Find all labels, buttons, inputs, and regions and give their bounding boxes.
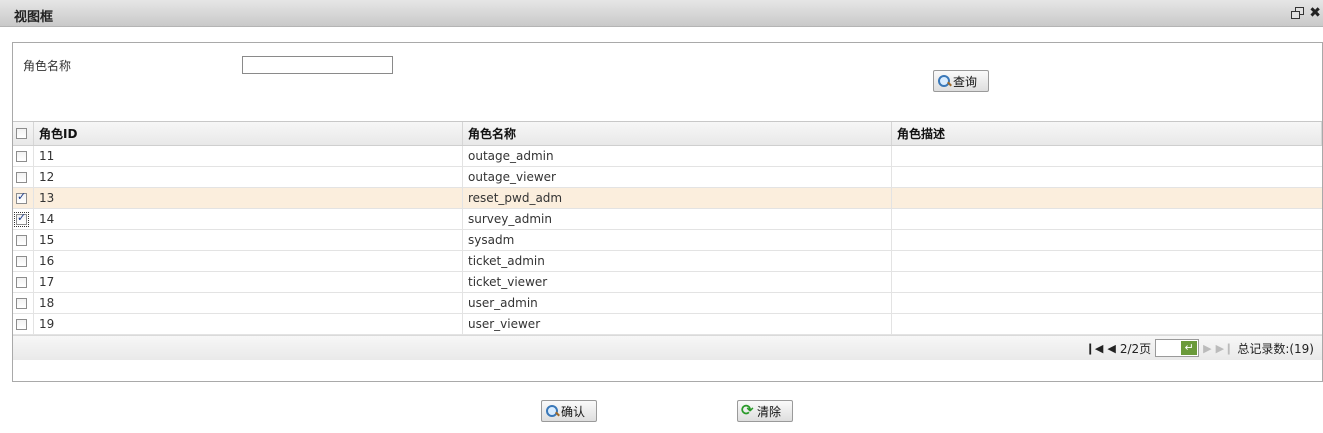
first-page-icon[interactable]: ❙◀	[1086, 342, 1104, 355]
search-button-label: 查询	[953, 74, 978, 89]
row-checkbox[interactable]	[14, 211, 29, 227]
table-header: 角色ID 角色名称 角色描述	[13, 122, 1322, 146]
table-row[interactable]: 18 user_admin	[13, 293, 1322, 314]
role-id-cell: 16	[34, 251, 463, 271]
row-checkbox[interactable]	[16, 234, 27, 246]
role-id-cell: 18	[34, 293, 463, 313]
table-row[interactable]: 19 user_viewer	[13, 314, 1322, 335]
column-header-role-id[interactable]: 角色ID	[34, 122, 463, 145]
row-checkbox-cell	[13, 293, 34, 313]
role-desc-cell	[892, 272, 1322, 292]
role-id-cell: 11	[34, 146, 463, 166]
column-header-role-desc[interactable]: 角色描述	[892, 122, 1322, 145]
total-records: 总记录数:(19)	[1237, 341, 1314, 356]
window-controls: ✖	[1291, 6, 1321, 20]
role-desc-cell	[892, 209, 1322, 229]
main-panel: 角色名称 查询 角色ID 角色名称 角色描述 11 outage_admin 12 o…	[12, 42, 1323, 382]
role-desc-cell	[892, 146, 1322, 166]
row-checkbox[interactable]	[16, 190, 27, 204]
row-checkbox[interactable]	[16, 255, 27, 267]
page-info: 2/2页	[1119, 341, 1152, 356]
table-row[interactable]: 15 sysadm	[13, 230, 1322, 251]
role-name-cell: ticket_viewer	[463, 272, 892, 292]
row-checkbox-cell	[13, 167, 34, 187]
row-checkbox-cell	[13, 251, 34, 271]
search-icon	[545, 404, 560, 419]
refresh-icon	[741, 401, 756, 419]
confirm-button-label: 确认	[561, 404, 586, 419]
close-icon[interactable]: ✖	[1309, 6, 1321, 20]
row-checkbox-cell	[13, 272, 34, 292]
pager: ❙◀ ◀ 2/2页 ↵ ▶ ▶❙ 总记录数:(19)	[13, 335, 1322, 360]
row-checkbox[interactable]	[16, 276, 27, 288]
role-name-cell: outage_admin	[463, 146, 892, 166]
role-desc-cell	[892, 188, 1322, 208]
column-header-role-name[interactable]: 角色名称	[463, 122, 892, 145]
role-desc-cell	[892, 293, 1322, 313]
page-number-input[interactable]: ↵	[1155, 339, 1200, 357]
select-all-cell	[13, 122, 34, 145]
role-id-cell: 15	[34, 230, 463, 250]
clear-button[interactable]: 清除	[737, 400, 793, 422]
table-row[interactable]: 11 outage_admin	[13, 146, 1322, 167]
row-checkbox-cell	[13, 188, 34, 208]
search-area: 角色名称 查询	[13, 43, 1322, 121]
select-all-checkbox[interactable]	[16, 128, 27, 139]
role-name-cell: outage_viewer	[463, 167, 892, 187]
role-name-input[interactable]	[242, 56, 393, 74]
role-desc-cell	[892, 314, 1322, 334]
role-name-cell: survey_admin	[463, 209, 892, 229]
go-page-icon[interactable]: ↵	[1181, 341, 1198, 355]
next-page-icon: ▶	[1203, 341, 1212, 355]
table-row[interactable]: 13reset_pwd_adm	[13, 188, 1322, 209]
role-name-cell: reset_pwd_adm	[463, 188, 892, 208]
row-checkbox-cell	[13, 314, 34, 334]
row-checkbox-cell	[13, 230, 34, 250]
clear-button-label: 清除	[757, 404, 782, 419]
table-row[interactable]: 12 outage_viewer	[13, 167, 1322, 188]
row-checkbox[interactable]	[16, 171, 27, 183]
role-id-cell: 14	[34, 209, 463, 229]
role-table: 角色ID 角色名称 角色描述 11 outage_admin 12 outage_vi…	[13, 121, 1322, 335]
role-name-cell: sysadm	[463, 230, 892, 250]
table-row[interactable]: 17 ticket_viewer	[13, 272, 1322, 293]
row-checkbox[interactable]	[16, 318, 27, 330]
window-title: 视图框	[14, 10, 54, 25]
role-desc-cell	[892, 230, 1322, 250]
role-desc-cell	[892, 251, 1322, 271]
role-id-cell: 19	[34, 314, 463, 334]
row-checkbox-cell	[13, 209, 34, 229]
last-page-icon: ▶❙	[1215, 341, 1234, 355]
role-name-label: 角色名称	[23, 59, 72, 73]
role-id-cell: 17	[34, 272, 463, 292]
row-checkbox[interactable]	[16, 150, 27, 162]
role-id-cell: 13	[34, 188, 463, 208]
role-name-cell: user_admin	[463, 293, 892, 313]
confirm-button[interactable]: 确认	[541, 400, 597, 422]
role-desc-cell	[892, 167, 1322, 187]
table-row[interactable]: 16 ticket_admin	[13, 251, 1322, 272]
restore-icon[interactable]	[1291, 7, 1305, 19]
row-checkbox-cell	[13, 146, 34, 166]
role-id-cell: 12	[34, 167, 463, 187]
search-icon	[937, 74, 952, 89]
window-titlebar: 视图框 ✖	[0, 0, 1323, 27]
search-button[interactable]: 查询	[933, 70, 989, 92]
row-checkbox[interactable]	[16, 297, 27, 309]
table-body: 11outage_admin12outage_viewer13reset_pwd…	[13, 146, 1322, 335]
role-name-cell: ticket_admin	[463, 251, 892, 271]
prev-page-icon[interactable]: ◀	[1107, 342, 1115, 355]
table-row[interactable]: 14survey_admin	[13, 209, 1322, 230]
role-name-cell: user_viewer	[463, 314, 892, 334]
